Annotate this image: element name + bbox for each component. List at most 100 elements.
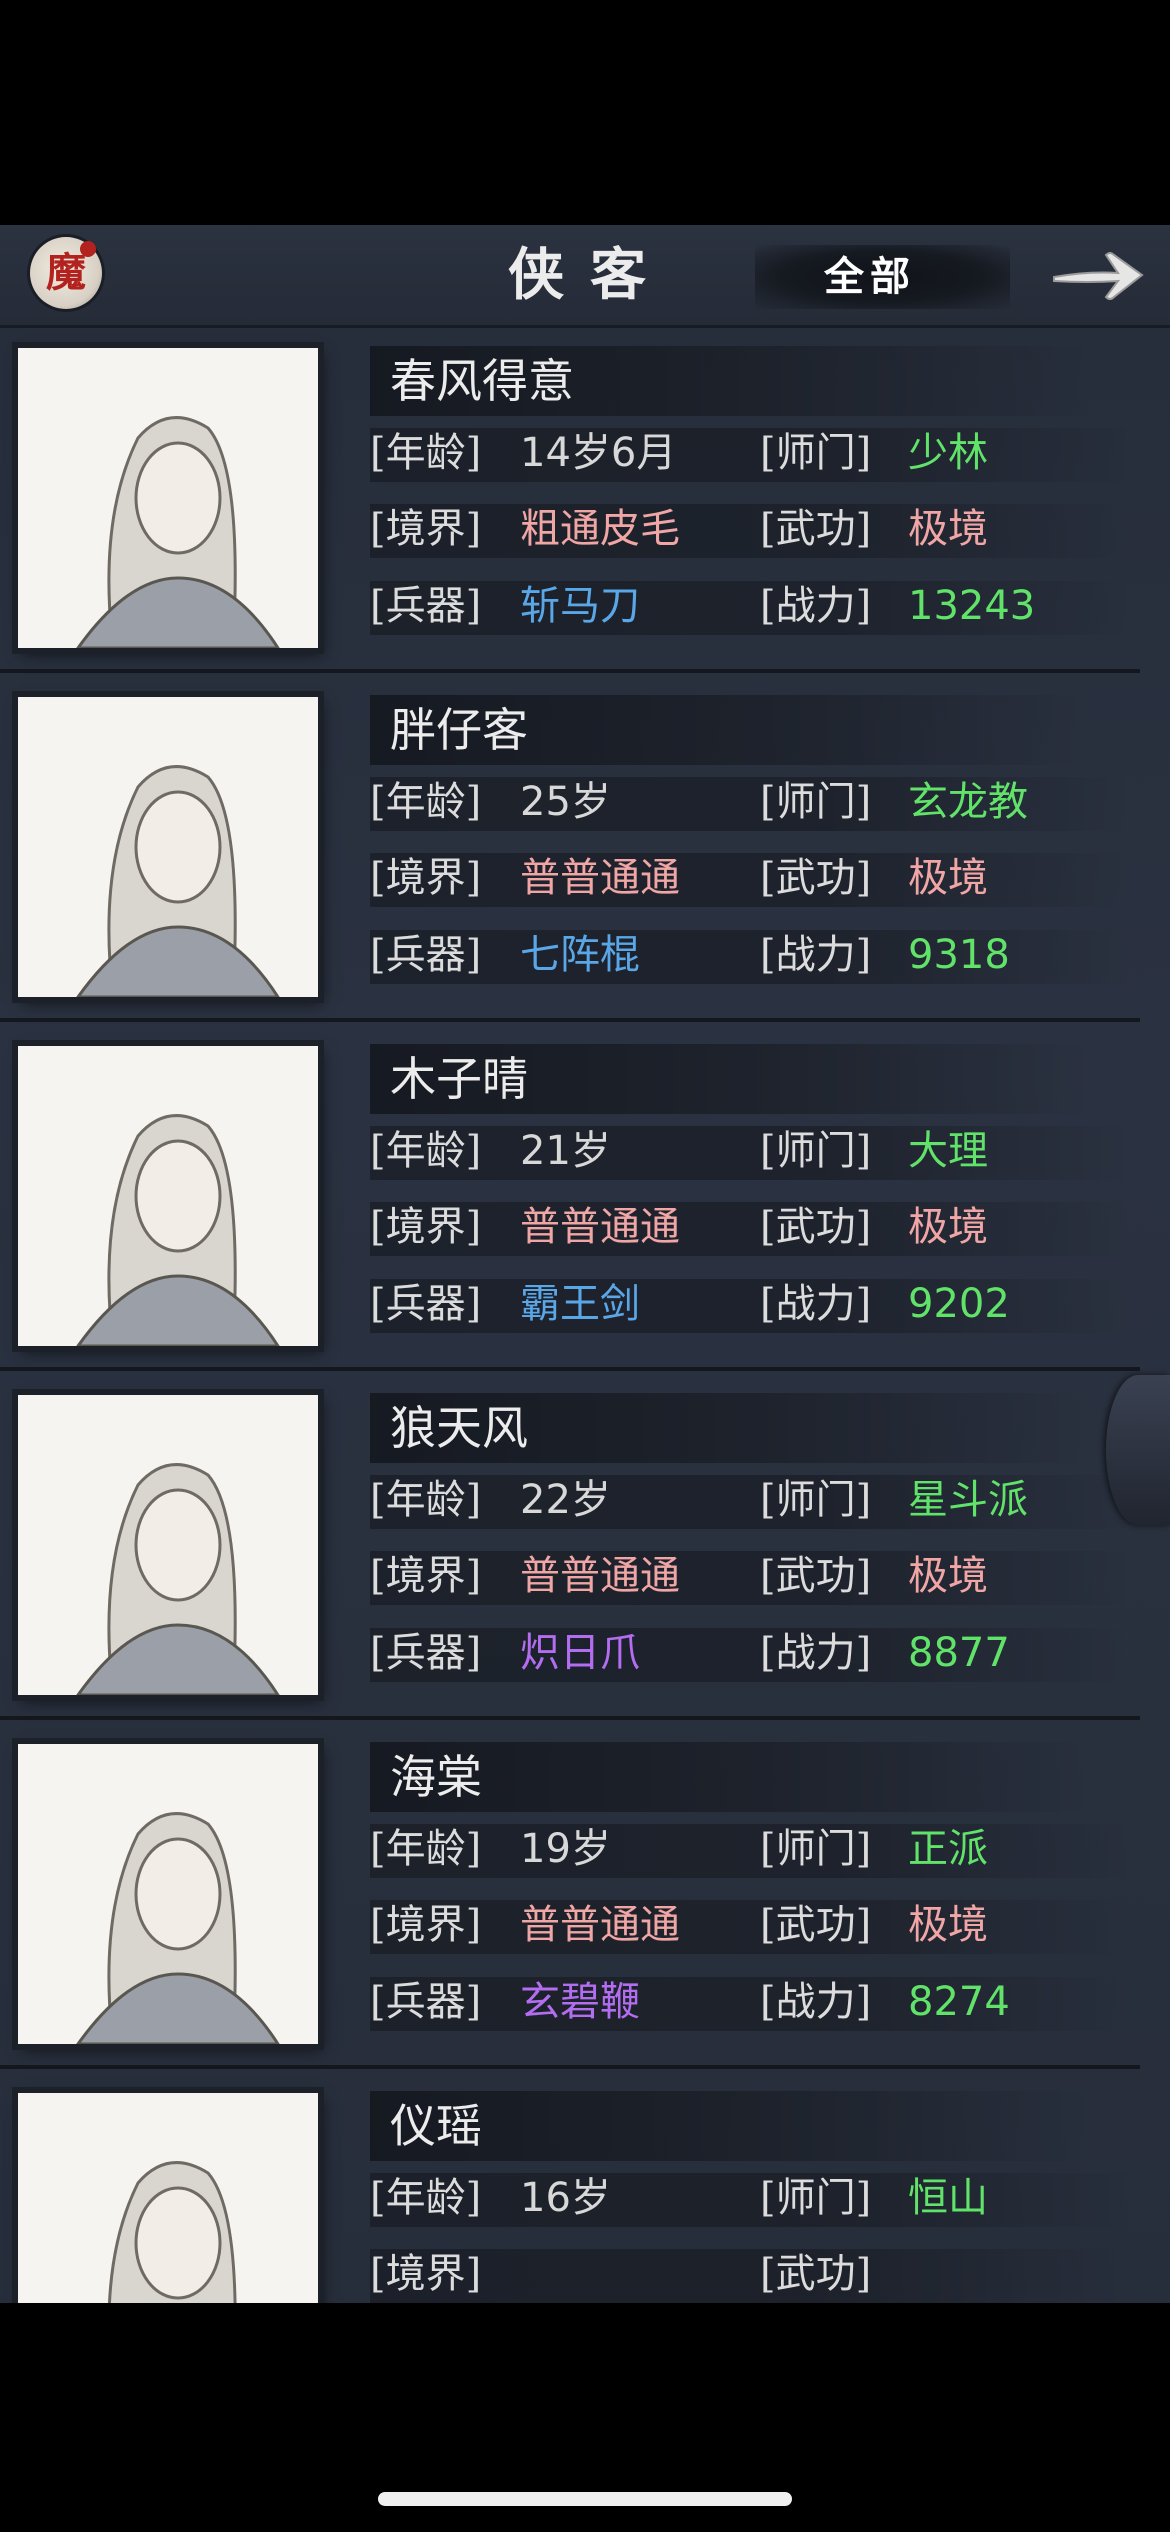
home-indicator[interactable] <box>378 2492 792 2506</box>
sect-label: [师门] <box>760 1826 872 1872</box>
age-label: [年龄] <box>370 430 482 476</box>
weapon-value: 霸王剑 <box>520 1281 640 1327</box>
info-row-2: [境界] 普普通通 [武功] 极境 <box>370 1892 1150 1958</box>
hero-name: 狼天风 <box>370 1393 1090 1463</box>
ink-streak <box>370 853 1130 907</box>
age-value: 14岁6月 <box>520 430 677 476</box>
info-row-2: [境界] [武功] <box>370 2241 1150 2303</box>
power-label: [战力] <box>760 1630 872 1676</box>
info-row-1: [年龄] 19岁 [师门] 正派 <box>370 1816 1150 1882</box>
portrait-sketch <box>18 1046 318 1346</box>
skill-value: 极境 <box>908 1553 988 1599</box>
card-divider <box>0 2065 1140 2069</box>
logo-notification-dot <box>80 241 96 257</box>
skill-label: [武功] <box>760 2251 872 2297</box>
age-value: 19岁 <box>520 1826 611 1872</box>
info-row-1: [年龄] 22岁 [师门] 星斗派 <box>370 1467 1150 1533</box>
ink-streak <box>370 504 1130 558</box>
age-value: 21岁 <box>520 1128 611 1174</box>
info-row-1: [年龄] 25岁 [师门] 玄龙教 <box>370 769 1150 835</box>
power-label: [战力] <box>760 932 872 978</box>
card-divider <box>0 1018 1140 1022</box>
ink-streak <box>370 930 1130 984</box>
power-label: [战力] <box>760 1979 872 2025</box>
side-drawer-tab[interactable] <box>1106 1375 1170 1525</box>
hero-portrait <box>18 348 318 648</box>
card-divider <box>0 1716 1140 1720</box>
info-row-1: [年龄] 21岁 [师门] 大理 <box>370 1118 1150 1184</box>
ink-streak <box>370 2173 1130 2227</box>
sect-value: 少林 <box>908 430 988 476</box>
weapon-label: [兵器] <box>370 1979 482 2025</box>
hero-name: 木子晴 <box>370 1044 1090 1114</box>
power-value: 8877 <box>908 1630 1010 1676</box>
power-value: 9318 <box>908 932 1010 978</box>
realm-label: [境界] <box>370 2251 482 2297</box>
hero-card[interactable]: 春风得意 [年龄] 14岁6月 [师门] 少林 [境界] 粗通皮毛 [武功] 极… <box>0 328 1170 673</box>
hero-name: 海棠 <box>370 1742 1090 1812</box>
skill-value: 极境 <box>908 1902 988 1948</box>
portrait-sketch <box>18 1395 318 1695</box>
portrait-sketch <box>18 1744 318 2044</box>
info-row-2: [境界] 粗通皮毛 [武功] 极境 <box>370 496 1150 562</box>
sect-value: 星斗派 <box>908 1477 1028 1523</box>
weapon-label: [兵器] <box>370 1630 482 1676</box>
sect-label: [师门] <box>760 779 872 825</box>
age-label: [年龄] <box>370 1826 482 1872</box>
hero-portrait <box>18 1046 318 1346</box>
age-value: 22岁 <box>520 1477 611 1523</box>
portrait-sketch <box>18 697 318 997</box>
info-row-2: [境界] 普普通通 [武功] 极境 <box>370 1194 1150 1260</box>
info-row-1: [年龄] 16岁 [师门] 恒山 <box>370 2165 1150 2231</box>
age-value: 16岁 <box>520 2175 611 2221</box>
skill-label: [武功] <box>760 1902 872 1948</box>
hero-card[interactable]: 海棠 [年龄] 19岁 [师门] 正派 [境界] 普普通通 [武功] 极境 [兵… <box>0 1724 1170 2069</box>
weapon-value: 炽日爪 <box>520 1630 640 1676</box>
skill-label: [武功] <box>760 1553 872 1599</box>
info-row-3: [兵器] 斩马刀 [战力] 13243 <box>370 573 1150 639</box>
info-row-3: [兵器] 炽日爪 [战力] 8877 <box>370 1620 1150 1686</box>
hero-list-screen: 魔 侠客 全部 春风得意 [年龄] 14岁6月 [师门] 少林 [境界] 粗通皮… <box>0 225 1170 2303</box>
power-value: 9202 <box>908 1281 1010 1327</box>
skill-label: [武功] <box>760 1204 872 1250</box>
weapon-label: [兵器] <box>370 1281 482 1327</box>
hero-portrait <box>18 1744 318 2044</box>
card-divider <box>0 669 1140 673</box>
hero-name: 春风得意 <box>370 346 1090 416</box>
skill-value: 极境 <box>908 855 988 901</box>
filter-dropdown[interactable]: 全部 <box>755 245 1010 309</box>
power-label: [战力] <box>760 583 872 629</box>
ink-streak <box>370 1126 1130 1180</box>
hero-card[interactable]: 仪瑶 [年龄] 16岁 [师门] 恒山 [境界] [武功] [兵器] [战力] <box>0 2073 1170 2303</box>
power-value: 8274 <box>908 1979 1010 2025</box>
realm-label: [境界] <box>370 1553 482 1599</box>
sect-label: [师门] <box>760 430 872 476</box>
info-row-3: [兵器] 玄碧鞭 [战力] 8274 <box>370 1969 1150 2035</box>
weapon-label: [兵器] <box>370 932 482 978</box>
hero-card[interactable]: 胖仔客 [年龄] 25岁 [师门] 玄龙教 [境界] 普普通通 [武功] 极境 … <box>0 677 1170 1022</box>
hero-card[interactable]: 木子晴 [年龄] 21岁 [师门] 大理 [境界] 普普通通 [武功] 极境 [… <box>0 1026 1170 1371</box>
hero-portrait <box>18 2093 318 2303</box>
realm-value: 普普通通 <box>520 1902 680 1948</box>
power-label: [战力] <box>760 1281 872 1327</box>
portrait-sketch <box>18 348 318 648</box>
arrow-right-icon <box>1053 252 1144 300</box>
card-divider <box>0 1367 1140 1371</box>
next-button[interactable] <box>1048 243 1148 307</box>
age-label: [年龄] <box>370 1477 482 1523</box>
weapon-value: 七阵棍 <box>520 932 640 978</box>
ink-streak <box>370 1628 1130 1682</box>
sect-value: 正派 <box>908 1826 988 1872</box>
portrait-sketch <box>18 2093 318 2303</box>
realm-label: [境界] <box>370 855 482 901</box>
hero-portrait <box>18 1395 318 1695</box>
demon-logo-button[interactable]: 魔 <box>30 237 102 309</box>
age-label: [年龄] <box>370 779 482 825</box>
ink-streak <box>370 2249 1130 2303</box>
info-row-1: [年龄] 14岁6月 [师门] 少林 <box>370 420 1150 486</box>
hero-card[interactable]: 狼天风 [年龄] 22岁 [师门] 星斗派 [境界] 普普通通 [武功] 极境 … <box>0 1375 1170 1720</box>
realm-value: 粗通皮毛 <box>520 506 680 552</box>
skill-label: [武功] <box>760 506 872 552</box>
realm-label: [境界] <box>370 1902 482 1948</box>
sect-value: 恒山 <box>908 2175 988 2221</box>
